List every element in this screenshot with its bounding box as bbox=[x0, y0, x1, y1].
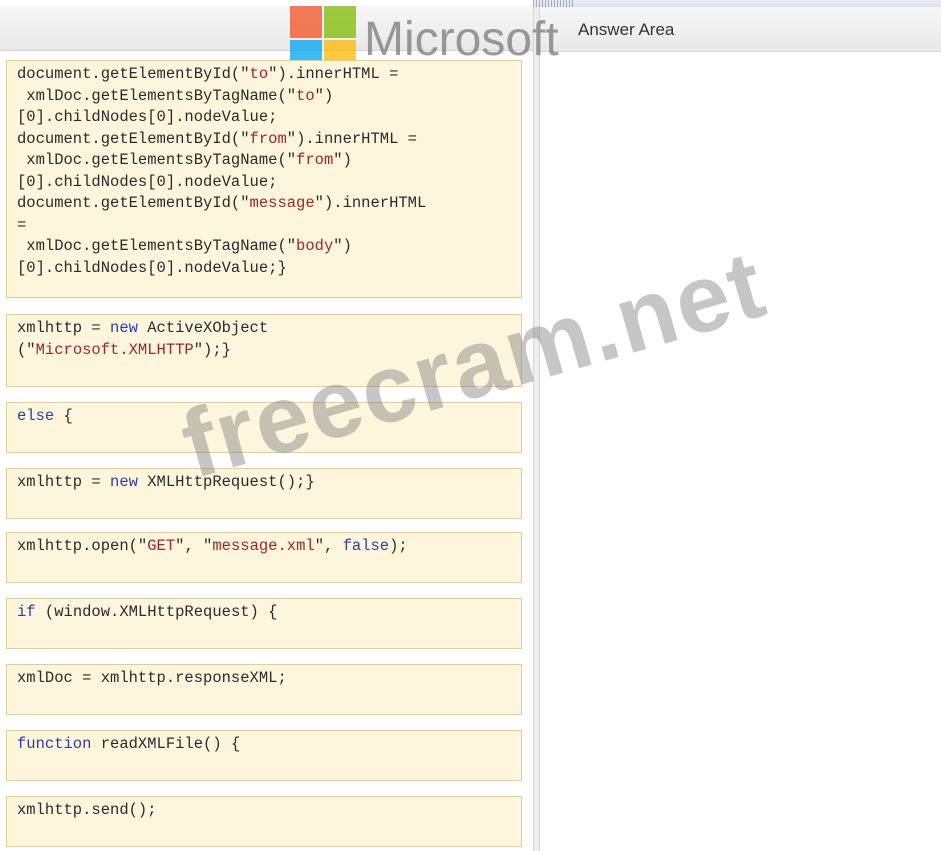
code-keyword: if bbox=[17, 603, 36, 621]
answer-area-pane[interactable]: Answer Area bbox=[540, 7, 941, 851]
code-text: ") bbox=[314, 86, 334, 105]
code-line: xmlhttp.open("GET", "message.xml", false… bbox=[17, 536, 511, 558]
code-text: ").innerHTML = bbox=[286, 129, 417, 148]
code-text: [0].childNodes[0].nodeValue; bbox=[17, 108, 278, 126]
code-tile-function[interactable]: function readXMLFile() { bbox=[6, 730, 522, 781]
code-line: xmlDoc = xmlhttp.responseXML; bbox=[17, 668, 511, 690]
tiles-pane-header bbox=[0, 6, 533, 51]
code-text: { bbox=[54, 407, 73, 425]
code-tile-response-xml[interactable]: xmlDoc = xmlhttp.responseXML; bbox=[6, 664, 522, 715]
code-string: message bbox=[249, 194, 315, 212]
code-text: ", bbox=[314, 537, 343, 555]
code-line: xmlhttp.send(); bbox=[17, 800, 511, 822]
code-text: xmlhttp.send(); bbox=[17, 801, 157, 819]
code-tile-else[interactable]: else { bbox=[6, 402, 522, 453]
code-string: body bbox=[296, 237, 334, 255]
code-text: ); bbox=[389, 537, 408, 555]
code-string: GET bbox=[147, 537, 176, 555]
code-keyword: new bbox=[110, 319, 138, 337]
code-text: ", " bbox=[175, 537, 213, 555]
code-keyword: false bbox=[342, 537, 390, 555]
pane-splitter[interactable] bbox=[533, 7, 540, 851]
code-line: [0].childNodes[0].nodeValue; bbox=[17, 172, 511, 194]
code-text: ");} bbox=[193, 340, 231, 359]
code-line: xmlDoc.getElementsByTagName("to") bbox=[17, 86, 511, 108]
code-text: = bbox=[17, 215, 27, 234]
code-text: ").innerHTML = bbox=[268, 65, 399, 83]
code-text: readXMLFile() { bbox=[91, 735, 241, 753]
code-keyword: new bbox=[110, 473, 138, 491]
code-string: message.xml bbox=[212, 537, 315, 555]
code-tile-set-innerhtml[interactable]: document.getElementById("to").innerHTML … bbox=[6, 60, 522, 298]
code-tile-send[interactable]: xmlhttp.send(); bbox=[6, 796, 522, 847]
code-text: document.getElementById(" bbox=[17, 129, 250, 148]
code-line: xmlDoc.getElementsByTagName("body") bbox=[17, 236, 511, 258]
code-tile-if[interactable]: if (window.XMLHttpRequest) { bbox=[6, 598, 522, 649]
code-text: xmlDoc.getElementsByTagName(" bbox=[17, 86, 297, 105]
code-text: ").innerHTML bbox=[314, 194, 427, 212]
code-line: xmlhttp = new XMLHttpRequest();} bbox=[17, 472, 511, 494]
code-text: xmlhttp = bbox=[17, 473, 111, 491]
code-text: xmlhttp.open(" bbox=[17, 537, 148, 555]
code-line: xmlDoc.getElementsByTagName("from") bbox=[17, 150, 511, 172]
code-line: document.getElementById("message").inner… bbox=[17, 193, 511, 215]
answer-area-header: Answer Area bbox=[540, 7, 941, 52]
code-text: document.getElementById(" bbox=[17, 65, 250, 83]
code-text: (window.XMLHttpRequest) { bbox=[35, 603, 278, 621]
code-string: to bbox=[296, 86, 315, 105]
code-text: [0].childNodes[0].nodeValue;} bbox=[17, 258, 287, 277]
code-string: from bbox=[249, 129, 287, 148]
code-text: xmlDoc = xmlhttp.responseXML; bbox=[17, 669, 287, 687]
code-tile-open[interactable]: xmlhttp.open("GET", "message.xml", false… bbox=[6, 532, 522, 583]
code-tile-xmlhttprequest[interactable]: xmlhttp = new XMLHttpRequest();} bbox=[6, 468, 522, 519]
code-text: xmlDoc.getElementsByTagName(" bbox=[17, 237, 297, 255]
code-keyword: function bbox=[17, 735, 92, 753]
code-keyword: else bbox=[17, 407, 55, 425]
code-text: xmlhttp = bbox=[17, 319, 111, 337]
code-line: [0].childNodes[0].nodeValue;} bbox=[17, 258, 511, 280]
code-text: document.getElementById(" bbox=[17, 194, 250, 212]
code-string: Microsoft.XMLHTTP bbox=[35, 340, 194, 359]
code-line: document.getElementById("from").innerHTM… bbox=[17, 129, 511, 151]
code-text: ") bbox=[333, 151, 352, 169]
code-text: [0].childNodes[0].nodeValue; bbox=[17, 172, 278, 191]
code-line: function readXMLFile() { bbox=[17, 734, 511, 756]
code-line: else { bbox=[17, 406, 511, 428]
code-string: from bbox=[296, 151, 334, 169]
code-line: if (window.XMLHttpRequest) { bbox=[17, 602, 511, 624]
code-text: XMLHttpRequest();} bbox=[137, 473, 315, 491]
code-text: ") bbox=[333, 237, 352, 255]
code-line: document.getElementById("to").innerHTML … bbox=[17, 64, 511, 86]
code-text: ActiveXObject bbox=[137, 319, 269, 337]
code-line: = bbox=[17, 215, 511, 237]
code-string: to bbox=[249, 65, 269, 83]
code-line: xmlhttp = new ActiveXObject bbox=[17, 318, 511, 340]
code-tile-activex[interactable]: xmlhttp = new ActiveXObject ("Microsoft.X… bbox=[6, 314, 522, 387]
answer-area-title: Answer Area bbox=[578, 20, 675, 39]
code-text: (" bbox=[17, 340, 36, 359]
code-line: [0].childNodes[0].nodeValue; bbox=[17, 107, 511, 129]
code-line: ("Microsoft.XMLHTTP");} bbox=[17, 340, 511, 362]
code-text: xmlDoc.getElementsByTagName(" bbox=[17, 151, 297, 169]
